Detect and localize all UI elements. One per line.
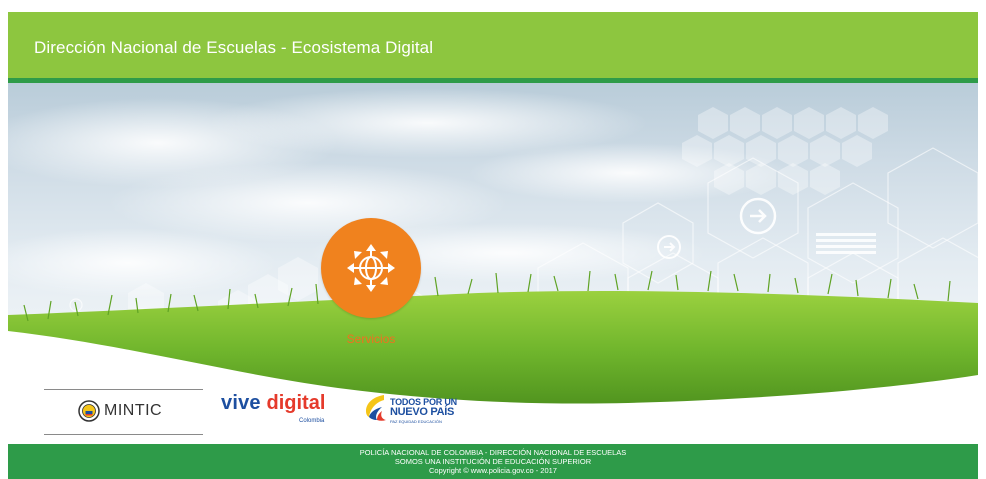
footer-line1: POLICÍA NACIONAL DE COLOMBIA - DIRECCIÓN… (359, 448, 627, 457)
todos-por-un-nuevo-pais-logo[interactable]: TODOS POR UN NUEVO PAÍS PAZ EQUIDAD EDUC… (362, 392, 462, 430)
partner-logos: MINTIC vive digital Colombia TODOS POR U… (8, 382, 978, 444)
todos-line2: NUEVO PAÍS (390, 406, 455, 418)
flag-swoosh-icon (366, 395, 386, 421)
hero-background (8, 88, 978, 413)
todos-line3: PAZ EQUIDAD EDUCACIÓN (390, 419, 442, 424)
mintic-logo[interactable]: MINTIC (44, 389, 203, 435)
globe-arrows-icon (347, 244, 395, 292)
hero-banner: Servicios (8, 83, 978, 413)
services-label[interactable]: Servicios (321, 332, 421, 346)
vive-text: vive (221, 392, 267, 414)
header-bar: Dirección Nacional de Escuelas - Ecosist… (8, 12, 978, 83)
vive-sub-text: Colombia (299, 418, 325, 424)
page-title: Dirección Nacional de Escuelas - Ecosist… (34, 38, 434, 57)
vive-digital-logo[interactable]: vive digital Colombia (221, 392, 341, 432)
footer-copyright[interactable]: Copyright © www.policia.gov.co - 2017 (8, 466, 978, 475)
mintic-text: MINTIC (104, 402, 163, 419)
footer-line2: SOMOS UNA INSTITUCIÓN DE EDUCACIÓN SUPER… (394, 457, 592, 466)
digital-text: digital (266, 392, 326, 414)
footer-bar: POLICÍA NACIONAL DE COLOMBIA - DIRECCIÓN… (8, 444, 978, 479)
page-frame: Dirección Nacional de Escuelas - Ecosist… (8, 12, 978, 479)
colombia-seal-icon (78, 400, 100, 422)
services-button[interactable] (321, 218, 421, 318)
